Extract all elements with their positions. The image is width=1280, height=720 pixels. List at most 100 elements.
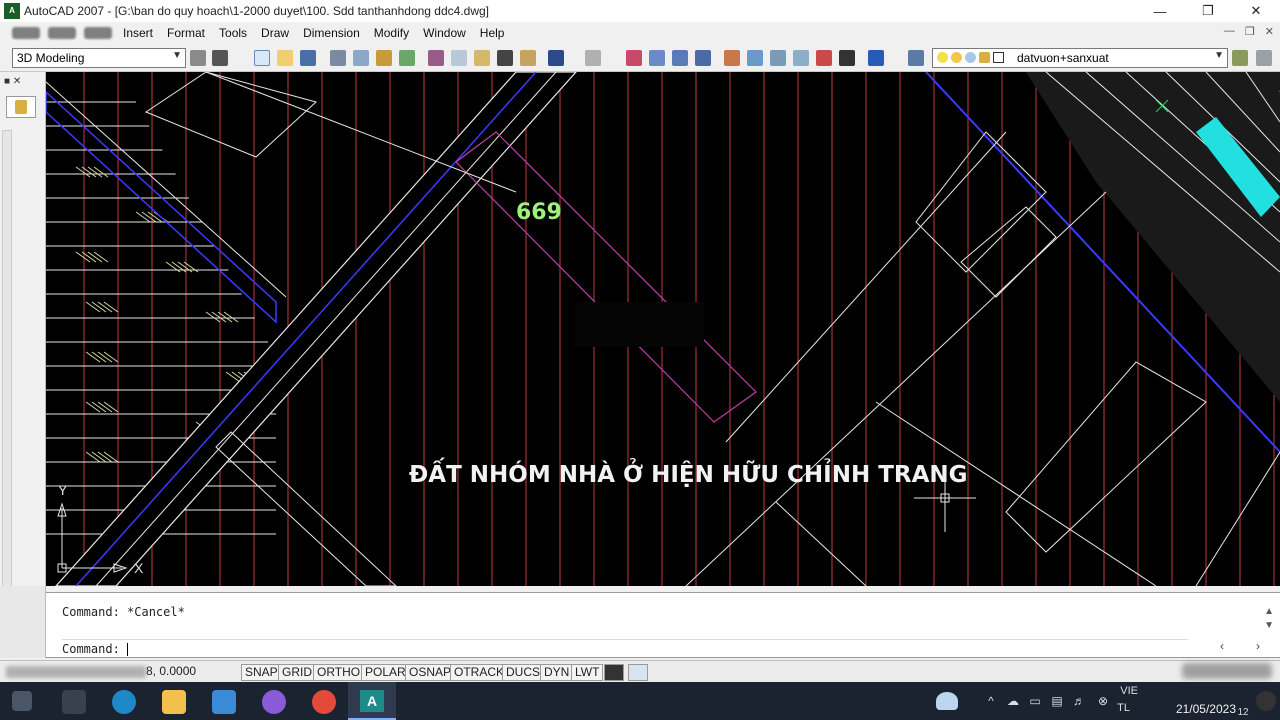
layer-dropdown[interactable]: datvuon+sanxuat ▼ xyxy=(932,48,1228,68)
notification-count-icon[interactable]: 12 xyxy=(1236,706,1250,720)
ducs-toggle[interactable]: DUCS xyxy=(502,664,545,681)
autocad-app-icon[interactable]: A xyxy=(4,3,20,19)
plot-icon[interactable] xyxy=(330,50,346,66)
polar-toggle[interactable]: POLAR xyxy=(361,664,410,681)
language-indicator-2[interactable]: TL xyxy=(1117,702,1130,714)
osnap-toggle[interactable]: OSNAP xyxy=(405,664,456,681)
lwt-toggle[interactable]: LWT xyxy=(571,664,604,681)
make-current-layer-icon[interactable] xyxy=(1232,50,1248,66)
command-hscroll[interactable]: ‹ › xyxy=(1220,639,1260,653)
palette-scrollbar[interactable] xyxy=(2,130,12,590)
menu-tools[interactable]: Tools xyxy=(212,26,254,40)
menu-insert[interactable]: Insert xyxy=(116,26,160,40)
command-scrollbar[interactable]: ▲ ▼ xyxy=(1264,605,1274,633)
doc-close-button[interactable]: ✕ xyxy=(1265,25,1274,38)
redo-icon[interactable] xyxy=(585,50,601,66)
undo-icon[interactable] xyxy=(548,50,564,66)
markup-icon[interactable] xyxy=(816,50,832,66)
save-file-icon[interactable] xyxy=(300,50,316,66)
grid-toggle[interactable]: GRID xyxy=(278,664,316,681)
chrome-icon[interactable] xyxy=(312,690,336,714)
menu-dimension[interactable]: Dimension xyxy=(296,26,367,40)
save-workspace-icon[interactable] xyxy=(212,50,228,66)
mute-icon[interactable]: ⊗ xyxy=(1096,694,1110,708)
layer-viewport-icon[interactable] xyxy=(965,52,976,63)
hatch-mark xyxy=(85,351,101,363)
minimize-button[interactable]: — xyxy=(1136,0,1184,22)
tool-palettes-icon[interactable] xyxy=(770,50,786,66)
volume-icon[interactable]: ♬ xyxy=(1072,694,1086,708)
restore-button[interactable]: ❐ xyxy=(1184,0,1232,22)
notification-icon[interactable] xyxy=(1256,691,1276,711)
layer-lock-icon[interactable] xyxy=(979,52,990,63)
usb-icon[interactable]: ▭ xyxy=(1028,694,1042,708)
weather-icon[interactable] xyxy=(936,692,958,710)
network-icon[interactable]: ▤ xyxy=(1050,694,1064,708)
menu-window[interactable]: Window xyxy=(416,26,473,40)
obscured-region xyxy=(574,302,704,347)
menu-edit-obscured[interactable] xyxy=(48,27,76,39)
layout-icon[interactable] xyxy=(628,664,648,681)
copilot-icon[interactable] xyxy=(262,690,286,714)
zoom-realtime-icon[interactable] xyxy=(649,50,665,66)
command-input[interactable]: Command: xyxy=(62,639,1188,657)
block-editor-icon[interactable] xyxy=(520,50,536,66)
workspace-dropdown[interactable]: 3D Modeling ▼ xyxy=(12,48,186,68)
command-window-grip[interactable] xyxy=(0,586,46,658)
cut-icon[interactable] xyxy=(428,50,444,66)
help-icon[interactable] xyxy=(868,50,884,66)
new-file-icon[interactable] xyxy=(254,50,270,66)
clock-date[interactable]: 21/05/2023 xyxy=(1176,702,1236,716)
layer-color-icon[interactable] xyxy=(993,52,1004,63)
store-icon[interactable] xyxy=(212,690,236,714)
menu-help[interactable]: Help xyxy=(473,26,512,40)
3d-dwf-icon[interactable] xyxy=(399,50,415,66)
menu-modify[interactable]: Modify xyxy=(367,26,416,40)
hatch-mark xyxy=(91,401,107,413)
zoom-previous-icon[interactable] xyxy=(695,50,711,66)
otrack-toggle[interactable]: OTRACK xyxy=(450,664,509,681)
menu-format[interactable]: Format xyxy=(160,26,212,40)
onedrive-icon[interactable]: ☁ xyxy=(1006,694,1020,708)
match-properties-icon[interactable] xyxy=(497,50,513,66)
layer-previous-icon[interactable] xyxy=(1256,50,1272,66)
ortho-toggle[interactable]: ORTHO xyxy=(313,664,365,681)
doc-restore-button[interactable]: ❐ xyxy=(1245,25,1255,38)
autocad-taskbar-button[interactable]: A xyxy=(348,682,396,720)
language-indicator[interactable]: VIE xyxy=(1120,685,1138,697)
scroll-left-icon[interactable]: ‹ xyxy=(1220,639,1224,653)
snap-toggle[interactable]: SNAP xyxy=(241,664,282,681)
open-file-icon[interactable] xyxy=(277,50,293,66)
palette-grip-icon[interactable]: ■ ✕ xyxy=(4,76,21,87)
menu-view-obscured[interactable] xyxy=(84,27,112,39)
dyn-toggle[interactable]: DYN xyxy=(540,664,574,681)
publish-icon[interactable] xyxy=(376,50,392,66)
properties-icon[interactable] xyxy=(724,50,740,66)
close-button[interactable]: ✕ xyxy=(1232,0,1280,22)
palette-tool-button[interactable] xyxy=(6,96,36,118)
start-icon[interactable] xyxy=(12,691,32,711)
drawing-area[interactable]: 669 ĐẤT NHÓM NHÀ Ở HIỆN HỮU CHỈNH TRANG … xyxy=(46,72,1280,586)
edge-browser-icon[interactable] xyxy=(112,690,136,714)
design-center-icon[interactable] xyxy=(747,50,763,66)
pan-icon[interactable] xyxy=(626,50,642,66)
menu-file-obscured[interactable] xyxy=(12,27,40,39)
workspace-settings-icon[interactable] xyxy=(190,50,206,66)
lot-outline xyxy=(915,131,1047,273)
model-space-icon[interactable] xyxy=(604,664,624,681)
calculator-icon[interactable] xyxy=(839,50,855,66)
scroll-right-icon[interactable]: › xyxy=(1256,639,1260,653)
layer-freeze-sun-icon[interactable] xyxy=(951,52,962,63)
doc-minimize-button[interactable]: — xyxy=(1224,25,1235,38)
layer-on-bulb-icon[interactable] xyxy=(937,52,948,63)
copy-icon[interactable] xyxy=(451,50,467,66)
sheet-set-icon[interactable] xyxy=(793,50,809,66)
plot-preview-icon[interactable] xyxy=(353,50,369,66)
task-view-icon[interactable] xyxy=(62,690,86,714)
menu-draw[interactable]: Draw xyxy=(254,26,296,40)
paste-icon[interactable] xyxy=(474,50,490,66)
zoom-window-icon[interactable] xyxy=(672,50,688,66)
layer-manager-icon[interactable] xyxy=(908,50,924,66)
chevron-up-icon[interactable]: ^ xyxy=(984,694,998,708)
file-explorer-icon[interactable] xyxy=(162,690,186,714)
